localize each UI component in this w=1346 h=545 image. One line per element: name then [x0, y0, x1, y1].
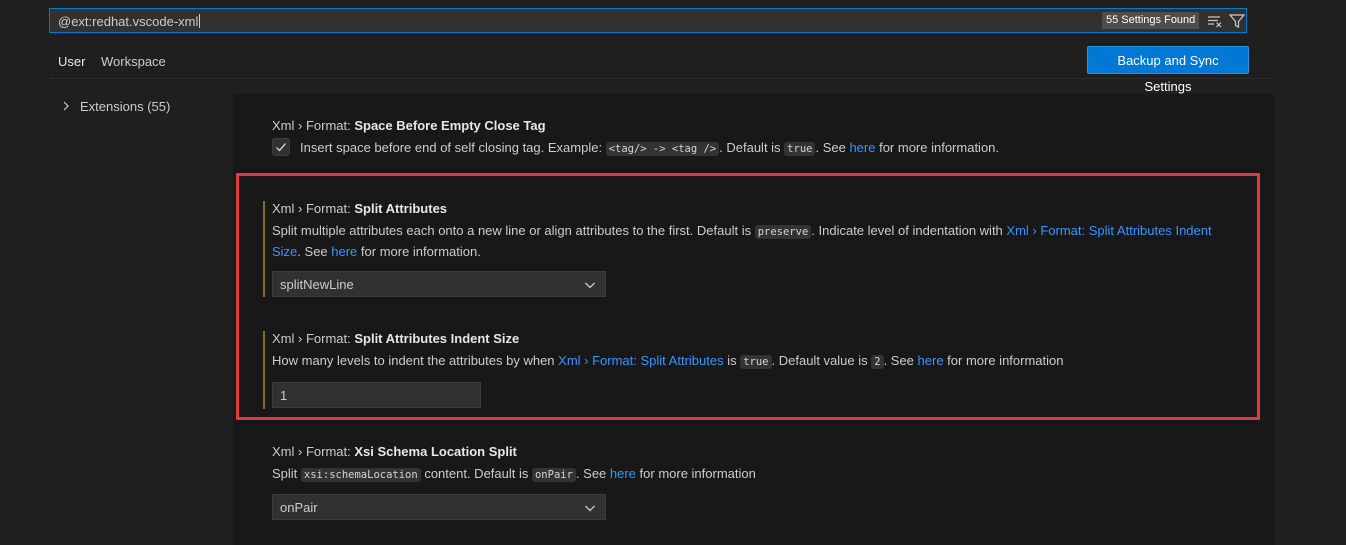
- chevron-down-icon: [584, 502, 596, 514]
- setting-checkbox[interactable]: [272, 138, 290, 156]
- annotation-highlight-box: [236, 173, 1260, 420]
- xsi-schema-location-split-select[interactable]: onPair: [272, 494, 606, 520]
- setting-space-before-empty-close-tag: Xml › Format: Space Before Empty Close T…: [272, 118, 999, 158]
- tab-user[interactable]: User: [58, 50, 85, 74]
- header-divider: [49, 78, 1274, 79]
- search-query: @ext:redhat.vscode-xml: [58, 14, 199, 29]
- text-caret: [199, 14, 201, 28]
- backup-and-sync-button[interactable]: Backup and Sync Settings: [1087, 46, 1249, 94]
- setting-xsi-schema-location-split: Xml › Format: Xsi Schema Location Split …: [272, 444, 756, 520]
- setting-description: Insert space before end of self closing …: [300, 140, 1000, 156]
- chevron-right-icon: [60, 100, 72, 112]
- settings-search-input[interactable]: @ext:redhat.vscode-xml 55 Settings Found: [49, 8, 1247, 33]
- more-info-link[interactable]: here: [849, 140, 875, 155]
- tree-item-label: Extensions (55): [80, 99, 171, 114]
- more-info-link[interactable]: here: [610, 466, 636, 481]
- setting-title: Xml › Format: Space Before Empty Close T…: [272, 118, 546, 133]
- tab-workspace[interactable]: Workspace: [101, 50, 166, 74]
- setting-title: Xml › Format: Xsi Schema Location Split: [272, 444, 517, 459]
- setting-description: Split xsi:schemaLocation content. Defaul…: [272, 466, 756, 482]
- filter-icon[interactable]: [1228, 12, 1246, 30]
- settings-count-badge: 55 Settings Found: [1102, 12, 1200, 29]
- clear-filter-icon[interactable]: [1206, 12, 1224, 30]
